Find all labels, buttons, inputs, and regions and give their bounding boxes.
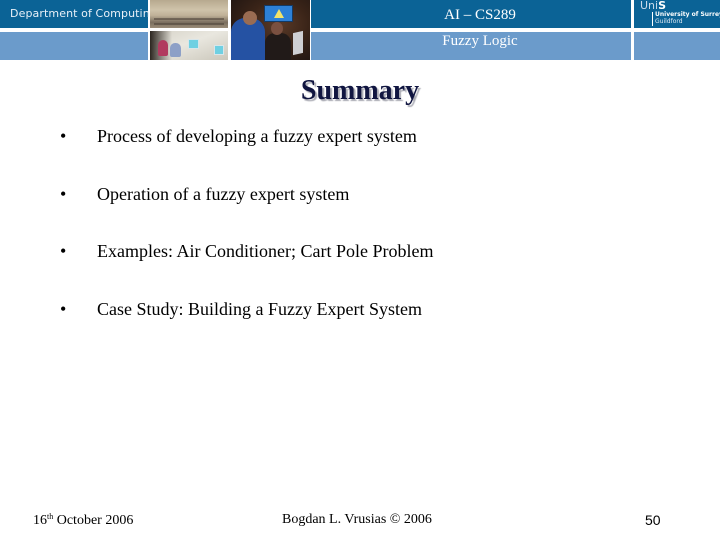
slide-title: Summary xyxy=(300,75,420,106)
students-at-computer-photo xyxy=(231,0,310,60)
bullet-icon: • xyxy=(60,299,67,319)
bullet-icon: • xyxy=(60,241,67,261)
bullet-icon: • xyxy=(60,126,67,146)
date-day: 16 xyxy=(33,513,47,528)
footer-author: Bogdan L. Vrusias © 2006 xyxy=(282,512,432,527)
bullet-item: • Process of developing a fuzzy expert s… xyxy=(60,126,660,150)
bullet-text: Process of developing a fuzzy expert sys… xyxy=(97,126,417,146)
slide-header: Department of Computing AI – CS289 Fuzzy… xyxy=(0,0,720,61)
bullet-text: Operation of a fuzzy expert system xyxy=(97,184,350,204)
footer-date: 16th October 2006 xyxy=(33,512,133,529)
classroom-photo-top xyxy=(150,0,228,28)
bullet-text: Examples: Air Conditioner; Cart Pole Pro… xyxy=(97,241,434,261)
date-rest: October 2006 xyxy=(53,513,134,528)
university-name: University of Surrey xyxy=(655,11,720,18)
bullet-icon: • xyxy=(60,184,67,204)
university-location: Guildford xyxy=(655,18,683,25)
course-subtitle: Fuzzy Logic xyxy=(442,33,518,49)
header-band-light-left xyxy=(0,32,148,60)
bullet-item: • Examples: Air Conditioner; Cart Pole P… xyxy=(60,241,660,265)
course-title: AI – CS289 xyxy=(444,7,516,23)
bullet-item: • Operation of a fuzzy expert system xyxy=(60,184,660,208)
university-logo: UniS University of Surrey Guildford xyxy=(634,0,720,28)
page-number: 50 xyxy=(645,512,661,528)
logo-divider xyxy=(652,12,653,26)
department-label: Department of Computing xyxy=(10,7,157,20)
computer-lab-photo xyxy=(150,31,228,60)
bullet-item: • Case Study: Building a Fuzzy Expert Sy… xyxy=(60,299,660,323)
bullet-text: Case Study: Building a Fuzzy Expert Syst… xyxy=(97,299,422,319)
logo-band-light xyxy=(634,32,720,60)
